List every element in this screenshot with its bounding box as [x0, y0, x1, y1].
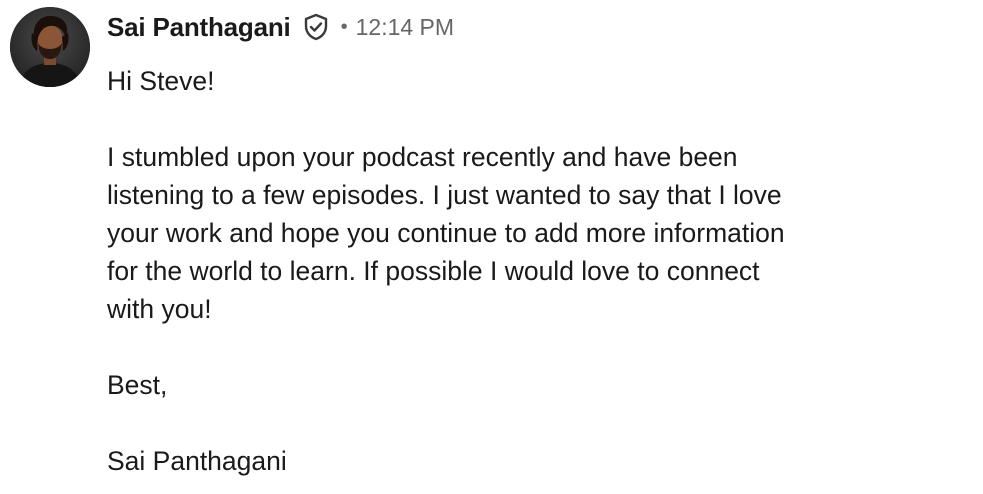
- closing-text: Best,: [107, 370, 168, 400]
- sender-name[interactable]: Sai Panthagani: [107, 12, 291, 43]
- message-paragraph: I stumbled upon your podcast recently an…: [107, 138, 907, 328]
- closing: Best,: [107, 366, 907, 404]
- paragraph-line: listening to a few episodes. I just want…: [107, 180, 782, 210]
- signature: Sai Panthagani: [107, 442, 907, 480]
- signature-text: Sai Panthagani: [107, 446, 287, 476]
- message-header: Sai Panthagani • 12:14 PM: [107, 8, 454, 46]
- avatar-photo: [10, 7, 90, 87]
- avatar[interactable]: [10, 7, 90, 87]
- paragraph-line: for the world to learn. If possible I wo…: [107, 256, 760, 286]
- separator-dot: •: [340, 15, 348, 38]
- paragraph-line: I stumbled upon your podcast recently an…: [107, 142, 738, 172]
- message-timestamp: 12:14 PM: [355, 13, 455, 40]
- message-body: Hi Steve! I stumbled upon your podcast r…: [107, 62, 907, 480]
- shield-check-icon: [301, 12, 331, 42]
- message-item: Sai Panthagani • 12:14 PM Hi Steve! I st…: [0, 0, 983, 494]
- greeting-text: Hi Steve!: [107, 66, 215, 96]
- greeting: Hi Steve!: [107, 62, 907, 100]
- paragraph-line: your work and hope you continue to add m…: [107, 218, 785, 248]
- paragraph-line: with you!: [107, 294, 212, 324]
